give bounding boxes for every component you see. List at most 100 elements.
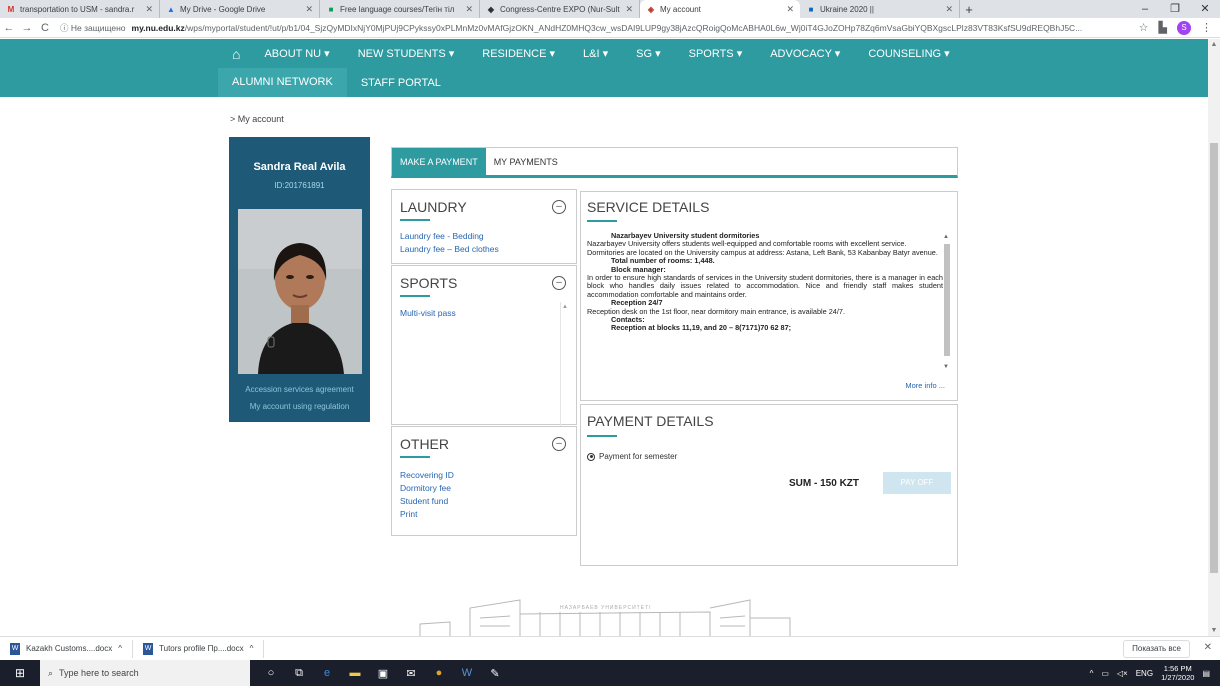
browser-tab[interactable]: ▲ My Drive - Google Drive ✕	[160, 0, 320, 18]
store-icon[interactable]: ▣	[376, 666, 390, 680]
browser-tab[interactable]: ■ Free language courses/Тегін тіл ✕	[320, 0, 480, 18]
nav-item[interactable]: COUNSELING ▾	[854, 47, 963, 60]
nav-item[interactable]: ABOUT NU ▾	[250, 47, 343, 60]
other-panel: OTHER – Recovering ID Dormitory fee Stud…	[391, 426, 577, 536]
show-all-downloads-button[interactable]: Показать все	[1123, 640, 1190, 658]
student-fund-link[interactable]: Student fund	[400, 496, 454, 506]
clock[interactable]: 1:56 PM 1/27/2020	[1161, 664, 1194, 682]
multi-visit-pass-link[interactable]: Multi-visit pass	[400, 308, 456, 318]
chrome-icon[interactable]: ●	[432, 666, 446, 680]
url-field[interactable]: ⓘ Не защищено my.nu.edu.kz /wps/myportal…	[54, 22, 1131, 34]
page-scrollbar-thumb[interactable]	[1210, 143, 1218, 573]
extension-icon[interactable]: ▙	[1159, 21, 1167, 34]
title-underline	[400, 295, 430, 297]
browser-menu-icon[interactable]: ⋮	[1201, 21, 1212, 34]
student-id: ID:201761891	[274, 181, 325, 190]
windows-start-icon[interactable]: ⊞	[0, 666, 40, 680]
task-view-icon[interactable]: ⧉	[292, 666, 306, 680]
close-tab-icon[interactable]: ✕	[786, 4, 794, 15]
close-tab-icon[interactable]: ✕	[625, 4, 633, 15]
title-underline	[400, 456, 430, 458]
page-scrollbar[interactable]: ▲ ▼	[1208, 39, 1220, 636]
nav-item[interactable]: SG ▾	[622, 47, 674, 60]
browser-tab[interactable]: ◈ My account ✕	[640, 0, 800, 18]
payment-option-label: Payment for semester	[599, 452, 678, 461]
close-tab-icon[interactable]: ✕	[945, 4, 953, 15]
nav-item[interactable]: STAFF PORTAL	[347, 77, 455, 89]
search-icon: ⌕	[48, 667, 54, 678]
tab-title: Congress-Centre EXPO (Nur-Sult	[500, 4, 620, 14]
security-warning[interactable]: ⓘ Не защищено	[60, 22, 126, 34]
payment-details-panel: PAYMENT DETAILS Payment for semester SUM…	[580, 404, 958, 566]
more-info-link[interactable]: More info ...	[905, 381, 945, 390]
student-name: Sandra Real Avila	[253, 161, 346, 173]
nav-item[interactable]: SPORTS ▾	[675, 47, 757, 60]
recovering-id-link[interactable]: Recovering ID	[400, 470, 454, 480]
word-icon[interactable]: W	[460, 666, 474, 680]
minimize-button[interactable]: –	[1130, 0, 1160, 18]
close-tab-icon[interactable]: ✕	[305, 4, 313, 15]
tab-make-payment[interactable]: MAKE A PAYMENT	[392, 148, 486, 176]
sports-title: SPORTS	[400, 275, 458, 291]
cortana-icon[interactable]: ○	[264, 666, 278, 680]
service-scrollbar[interactable]: ▲ ▼	[943, 234, 951, 370]
bookmark-star-icon[interactable]: ☆	[1139, 21, 1149, 34]
service-description: Nazarbayev University student dormitorie…	[587, 232, 943, 333]
new-tab-button[interactable]: +	[960, 0, 978, 18]
network-icon[interactable]: ▭	[1101, 669, 1109, 678]
file-explorer-icon[interactable]: ▬	[348, 666, 362, 680]
close-window-button[interactable]: ✕	[1190, 0, 1220, 18]
volume-icon[interactable]: ◁×	[1117, 669, 1128, 678]
reload-icon[interactable]: C	[36, 22, 54, 34]
browser-tab[interactable]: ■ Ukraine 2020 || ✕	[800, 0, 960, 18]
collapse-icon[interactable]: –	[552, 276, 566, 290]
tab-title: Ukraine 2020 ||	[820, 4, 874, 14]
window-controls: – ❐ ✕	[1130, 0, 1220, 18]
account-regulation-link[interactable]: My account using regulation	[229, 402, 370, 411]
payment-option[interactable]: Payment for semester	[587, 452, 677, 461]
nav-item[interactable]: L&I ▾	[569, 47, 622, 60]
chevron-up-icon[interactable]: ^	[118, 644, 122, 653]
notifications-icon[interactable]: ▤	[1202, 669, 1210, 678]
profile-avatar[interactable]: S	[1177, 20, 1191, 35]
nav-item[interactable]: NEW STUDENTS ▾	[344, 47, 469, 60]
nav-item[interactable]: ADVOCACY ▾	[756, 47, 854, 60]
accession-agreement-link[interactable]: Accession services agreement	[229, 385, 370, 394]
mail-icon[interactable]: ✉	[404, 666, 418, 680]
service-details-panel: SERVICE DETAILS Nazarbayev University st…	[580, 191, 958, 401]
download-item[interactable]: W Kazakh Customs....docx ^	[0, 639, 134, 658]
word-file-icon: W	[10, 642, 20, 655]
breadcrumb: > My account	[230, 114, 284, 124]
collapse-icon[interactable]: –	[552, 437, 566, 451]
tray-expand-icon[interactable]: ^	[1090, 669, 1094, 678]
forward-arrow-icon[interactable]: →	[18, 22, 36, 34]
laundry-bedclothes-link[interactable]: Laundry fee – Bed clothes	[400, 244, 499, 254]
browser-tab[interactable]: ◆ Congress-Centre EXPO (Nur-Sult ✕	[480, 0, 640, 18]
print-link[interactable]: Print	[400, 509, 454, 519]
maximize-button[interactable]: ❐	[1160, 0, 1190, 18]
collapse-icon[interactable]: –	[552, 200, 566, 214]
language-indicator[interactable]: ENG	[1136, 669, 1153, 678]
dormitory-fee-link[interactable]: Dormitory fee	[400, 483, 454, 493]
ukraine-icon: ■	[808, 4, 814, 14]
chevron-up-icon[interactable]: ^	[250, 644, 254, 653]
close-download-bar-icon[interactable]: ✕	[1204, 642, 1212, 653]
close-tab-icon[interactable]: ✕	[145, 4, 153, 15]
edge-icon[interactable]: e	[320, 666, 334, 680]
download-item[interactable]: W Tutors profile Пр....docx ^	[133, 639, 265, 658]
radio-selected-icon[interactable]	[587, 452, 595, 461]
paint-icon[interactable]: ✎	[488, 666, 502, 680]
pay-off-button[interactable]: PAY OFF	[883, 472, 951, 494]
drive-icon: ▲	[167, 4, 175, 14]
home-icon[interactable]: ⌂	[232, 46, 250, 62]
sports-scrollbar[interactable]: ▲ ▼	[560, 302, 570, 434]
close-tab-icon[interactable]: ✕	[465, 4, 473, 15]
nav-item[interactable]: RESIDENCE ▾	[468, 47, 569, 60]
back-arrow-icon[interactable]: ←	[0, 22, 18, 34]
laundry-title: LAUNDRY	[400, 199, 467, 215]
taskbar-search[interactable]: ⌕ Type here to search	[40, 660, 250, 686]
laundry-bedding-link[interactable]: Laundry fee - Bedding	[400, 231, 499, 241]
tab-my-payments[interactable]: MY PAYMENTS	[486, 148, 566, 176]
browser-tab[interactable]: Mtransportation to USM - sandra.r ✕	[0, 0, 160, 18]
nav-item[interactable]: ALUMNI NETWORK	[218, 68, 347, 97]
